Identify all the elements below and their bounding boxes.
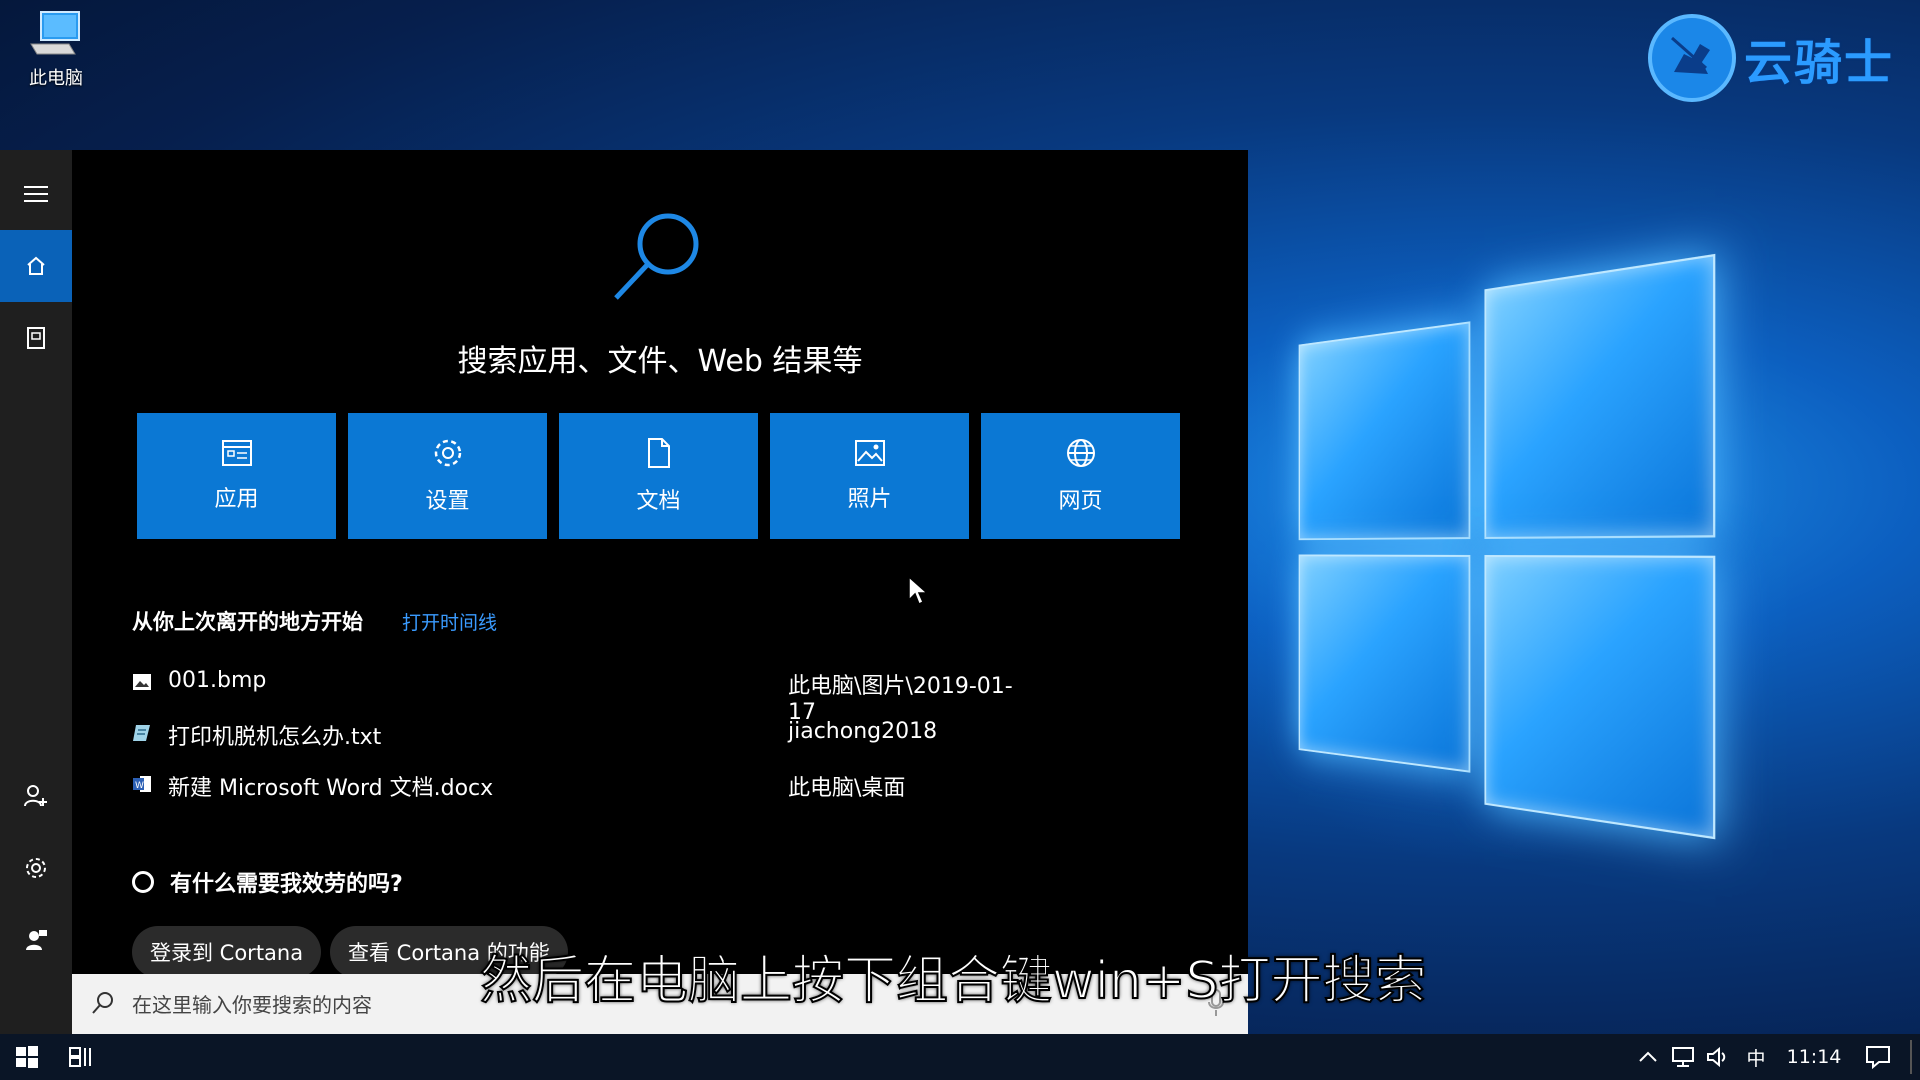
- tile-settings-label: 设置: [425, 489, 470, 514]
- tile-photos[interactable]: 照片: [770, 413, 969, 539]
- speaker-icon: [1707, 1046, 1726, 1068]
- recent-section-title: 从你上次离开的地方开始: [132, 610, 363, 634]
- windows-logo-wallpaper: [1298, 253, 1716, 840]
- image-file-icon: [133, 674, 151, 690]
- video-subtitle: 然后在电脑上按下组合键win+S打开搜索: [479, 950, 1428, 1012]
- network-icon: [1672, 1047, 1694, 1067]
- tile-documents-label: 文档: [636, 489, 681, 514]
- magnifier-icon: [608, 206, 708, 306]
- action-center-button[interactable]: [1850, 1034, 1906, 1080]
- gear-icon: [434, 439, 461, 467]
- recent-file-row[interactable]: 001.bmp 此电脑\图片\2019-01-17: [132, 664, 1032, 725]
- tile-settings[interactable]: 设置: [348, 413, 547, 539]
- this-pc-desktop-icon[interactable]: 此电脑: [18, 10, 94, 90]
- feedback-button[interactable]: [0, 904, 72, 976]
- taskbar: 中 11:14: [0, 1034, 1920, 1080]
- recent-file-row[interactable]: 打印机脱机怎么办.txt jiachong2018: [132, 715, 1032, 755]
- knight-logo-icon: [1647, 14, 1736, 102]
- brand-name: 云骑士: [1743, 35, 1894, 91]
- search-headline: 搜索应用、文件、Web 结果等: [457, 344, 863, 379]
- add-user-icon: [24, 785, 47, 807]
- computer-icon: [29, 10, 83, 58]
- sign-in-cortana-button[interactable]: 登录到 Cortana: [132, 926, 322, 978]
- search-icon: [92, 992, 113, 1014]
- home-button[interactable]: [0, 230, 72, 302]
- start-button[interactable]: [0, 1034, 54, 1080]
- svg-text:W: W: [135, 781, 144, 791]
- text-file-icon: [133, 725, 150, 741]
- show-hidden-icons-button[interactable]: [1632, 1034, 1664, 1080]
- tile-web-label: 网页: [1058, 489, 1103, 514]
- search-panel: 搜索应用、文件、Web 结果等 应用 设置 文档 照片 网页 从你上次离开的地方…: [0, 150, 1248, 1034]
- volume-button[interactable]: [1702, 1034, 1734, 1080]
- file-path: jiachong2018: [788, 719, 938, 744]
- show-desktop-divider[interactable]: [1910, 1040, 1912, 1074]
- cortana-question: 有什么需要我效劳的吗?: [170, 872, 403, 897]
- clock[interactable]: 11:14: [1776, 1034, 1852, 1080]
- tile-documents[interactable]: 文档: [559, 413, 758, 539]
- recent-file-row[interactable]: W 新建 Microsoft Word 文档.docx 此电脑\桌面: [132, 766, 1032, 806]
- file-name: 新建 Microsoft Word 文档.docx: [168, 776, 494, 801]
- feedback-icon: [26, 930, 47, 950]
- photo-icon: [854, 440, 885, 466]
- left-rail: [0, 150, 72, 1034]
- category-tiles: 应用 设置 文档 照片 网页: [137, 413, 1180, 539]
- cortana-prompt: 有什么需要我效劳的吗?: [132, 866, 403, 898]
- word-file-icon: W: [133, 776, 151, 792]
- mouse-cursor-icon: [908, 576, 928, 606]
- file-name: 打印机脱机怎么办.txt: [168, 725, 382, 750]
- notification-icon: [1866, 1046, 1890, 1069]
- tile-photos-label: 照片: [847, 487, 892, 512]
- cortana-ring-icon: [132, 871, 154, 893]
- this-pc-label: 此电脑: [29, 68, 83, 89]
- tile-apps[interactable]: 应用: [137, 413, 336, 539]
- tile-apps-label: 应用: [214, 487, 259, 512]
- network-button[interactable]: [1668, 1034, 1700, 1080]
- add-account-button[interactable]: [0, 760, 72, 832]
- hamburger-icon: [24, 186, 48, 202]
- apps-icon: [221, 440, 252, 466]
- globe-icon: [1066, 439, 1095, 467]
- brand-watermark: 云骑士: [1647, 14, 1894, 102]
- notebook-button[interactable]: [0, 302, 72, 374]
- tile-web[interactable]: 网页: [981, 413, 1180, 539]
- windows-start-icon: [16, 1046, 38, 1068]
- notebook-icon: [27, 327, 45, 349]
- document-icon: [647, 438, 670, 468]
- home-icon: [27, 256, 45, 275]
- hamburger-menu-button[interactable]: [0, 158, 72, 230]
- chevron-up-icon: [1639, 1051, 1657, 1062]
- input-method-indicator[interactable]: 中: [1738, 1034, 1774, 1080]
- gear-icon: [26, 858, 46, 878]
- settings-button[interactable]: [0, 832, 72, 904]
- open-timeline-link[interactable]: 打开时间线: [402, 608, 497, 635]
- task-view-icon: [69, 1047, 91, 1067]
- file-path: 此电脑\桌面: [788, 776, 906, 801]
- task-view-button[interactable]: [58, 1034, 104, 1080]
- file-name: 001.bmp: [168, 668, 267, 693]
